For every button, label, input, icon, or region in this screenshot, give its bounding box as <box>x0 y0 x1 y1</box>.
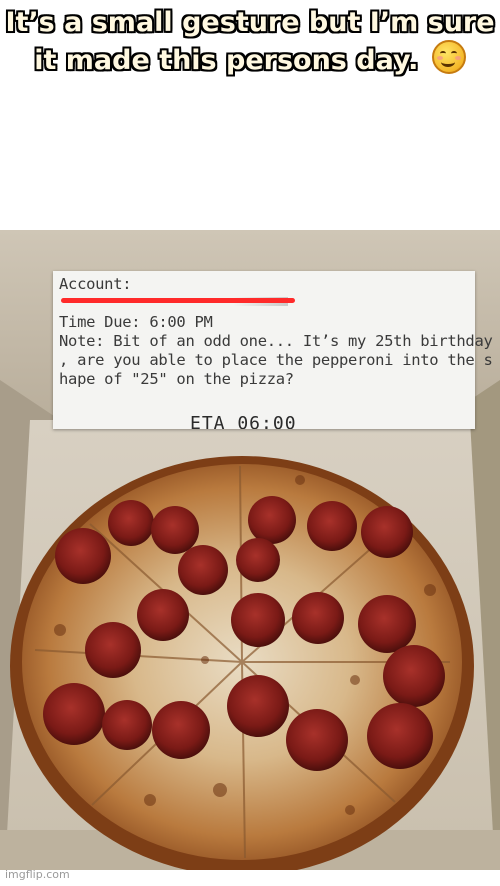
caption-text: It’s a small gesture but I’m sure it mad… <box>5 7 495 76</box>
receipt-line: Account: <box>59 275 132 293</box>
imgflip-watermark: imgflip.com <box>5 868 70 881</box>
pizza-photo: Account: Time Due: 6:00 PM Note: Bit of … <box>0 230 500 870</box>
smiling-face-icon <box>431 40 466 74</box>
receipt-line: hape of "25" on the pizza? <box>59 370 294 388</box>
receipt-line: Note: Bit of an odd one... It’s my 25th … <box>59 332 493 350</box>
receipt-line: , are you able to place the pepperoni in… <box>59 351 493 369</box>
receipt-line: Time Due: 6:00 PM <box>59 313 213 331</box>
redaction-bar <box>61 298 295 303</box>
receipt-eta: ETA 06:00 <box>190 413 297 429</box>
meme-caption: It’s a small gesture but I’m sure it mad… <box>0 0 500 150</box>
order-receipt: Account: Time Due: 6:00 PM Note: Bit of … <box>53 271 493 429</box>
